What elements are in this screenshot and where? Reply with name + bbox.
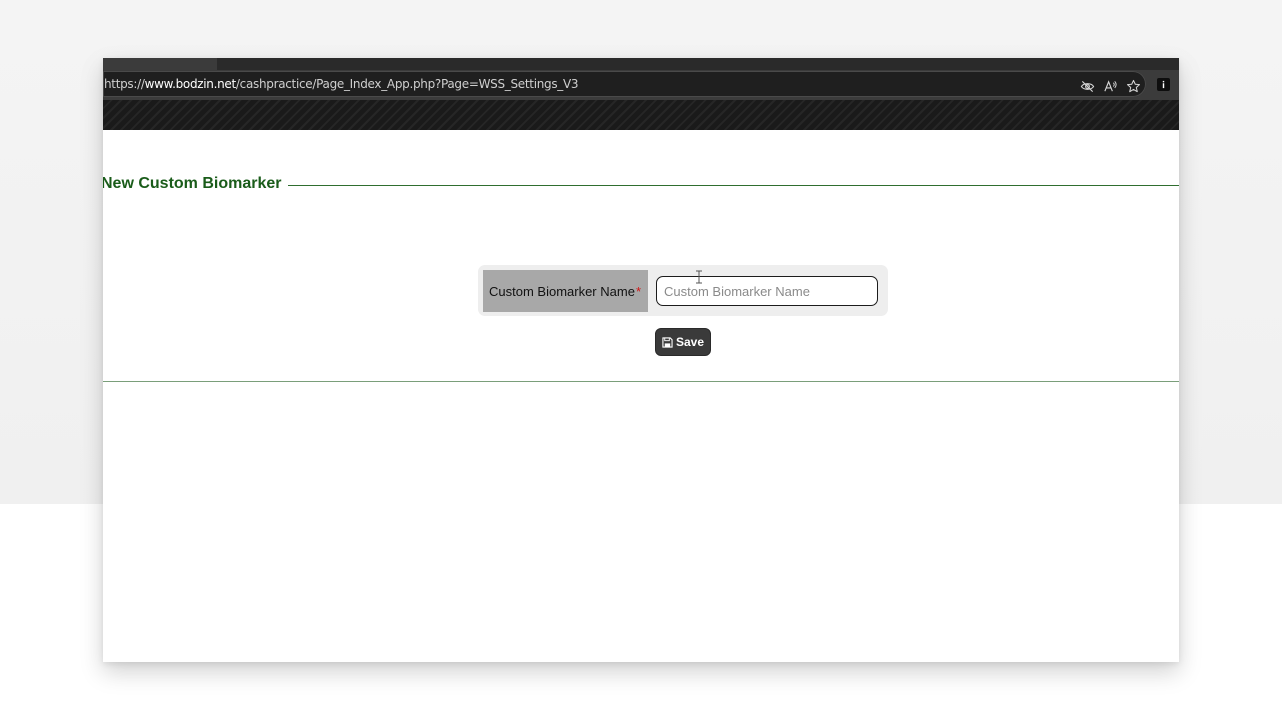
tracking-prevention-icon[interactable] [1079,78,1095,94]
text-cursor-icon [696,270,702,284]
save-button[interactable]: Save [655,328,711,356]
url-prefix: https:// [104,77,145,91]
page-content: New Custom Biomarker Custom Biomarker Na… [103,130,1179,662]
url-text: https://www.bodzin.net/cashpractice/Page… [104,77,579,91]
url-field[interactable]: https://www.bodzin.net/cashpractice/Page… [103,71,1146,97]
address-bar: https://www.bodzin.net/cashpractice/Page… [103,70,1179,100]
browser-window: https://www.bodzin.net/cashpractice/Page… [103,58,1179,662]
app-toolbar [103,100,1179,130]
field-label-cell: Custom Biomarker Name * [483,270,648,312]
floppy-disk-icon [662,336,673,348]
tab-strip [103,58,1179,70]
biomarker-form: Custom Biomarker Name * [478,265,888,316]
url-host: www.bodzin.net [144,77,237,91]
favorite-star-icon[interactable] [1125,78,1141,94]
info-icon[interactable] [1157,78,1170,91]
required-marker: * [635,283,641,299]
page-title: New Custom Biomarker [103,175,288,193]
url-path: /cashpractice/Page_Index_App.php?Page=WS… [235,77,579,91]
active-tab[interactable] [103,58,217,70]
read-aloud-icon[interactable] [1102,78,1118,94]
save-button-label: Save [675,335,704,349]
field-label: Custom Biomarker Name [489,283,635,299]
fieldset-legend-row: New Custom Biomarker [103,175,1179,197]
biomarker-name-input[interactable] [656,276,878,306]
fieldset-bottom-border [103,381,1179,382]
